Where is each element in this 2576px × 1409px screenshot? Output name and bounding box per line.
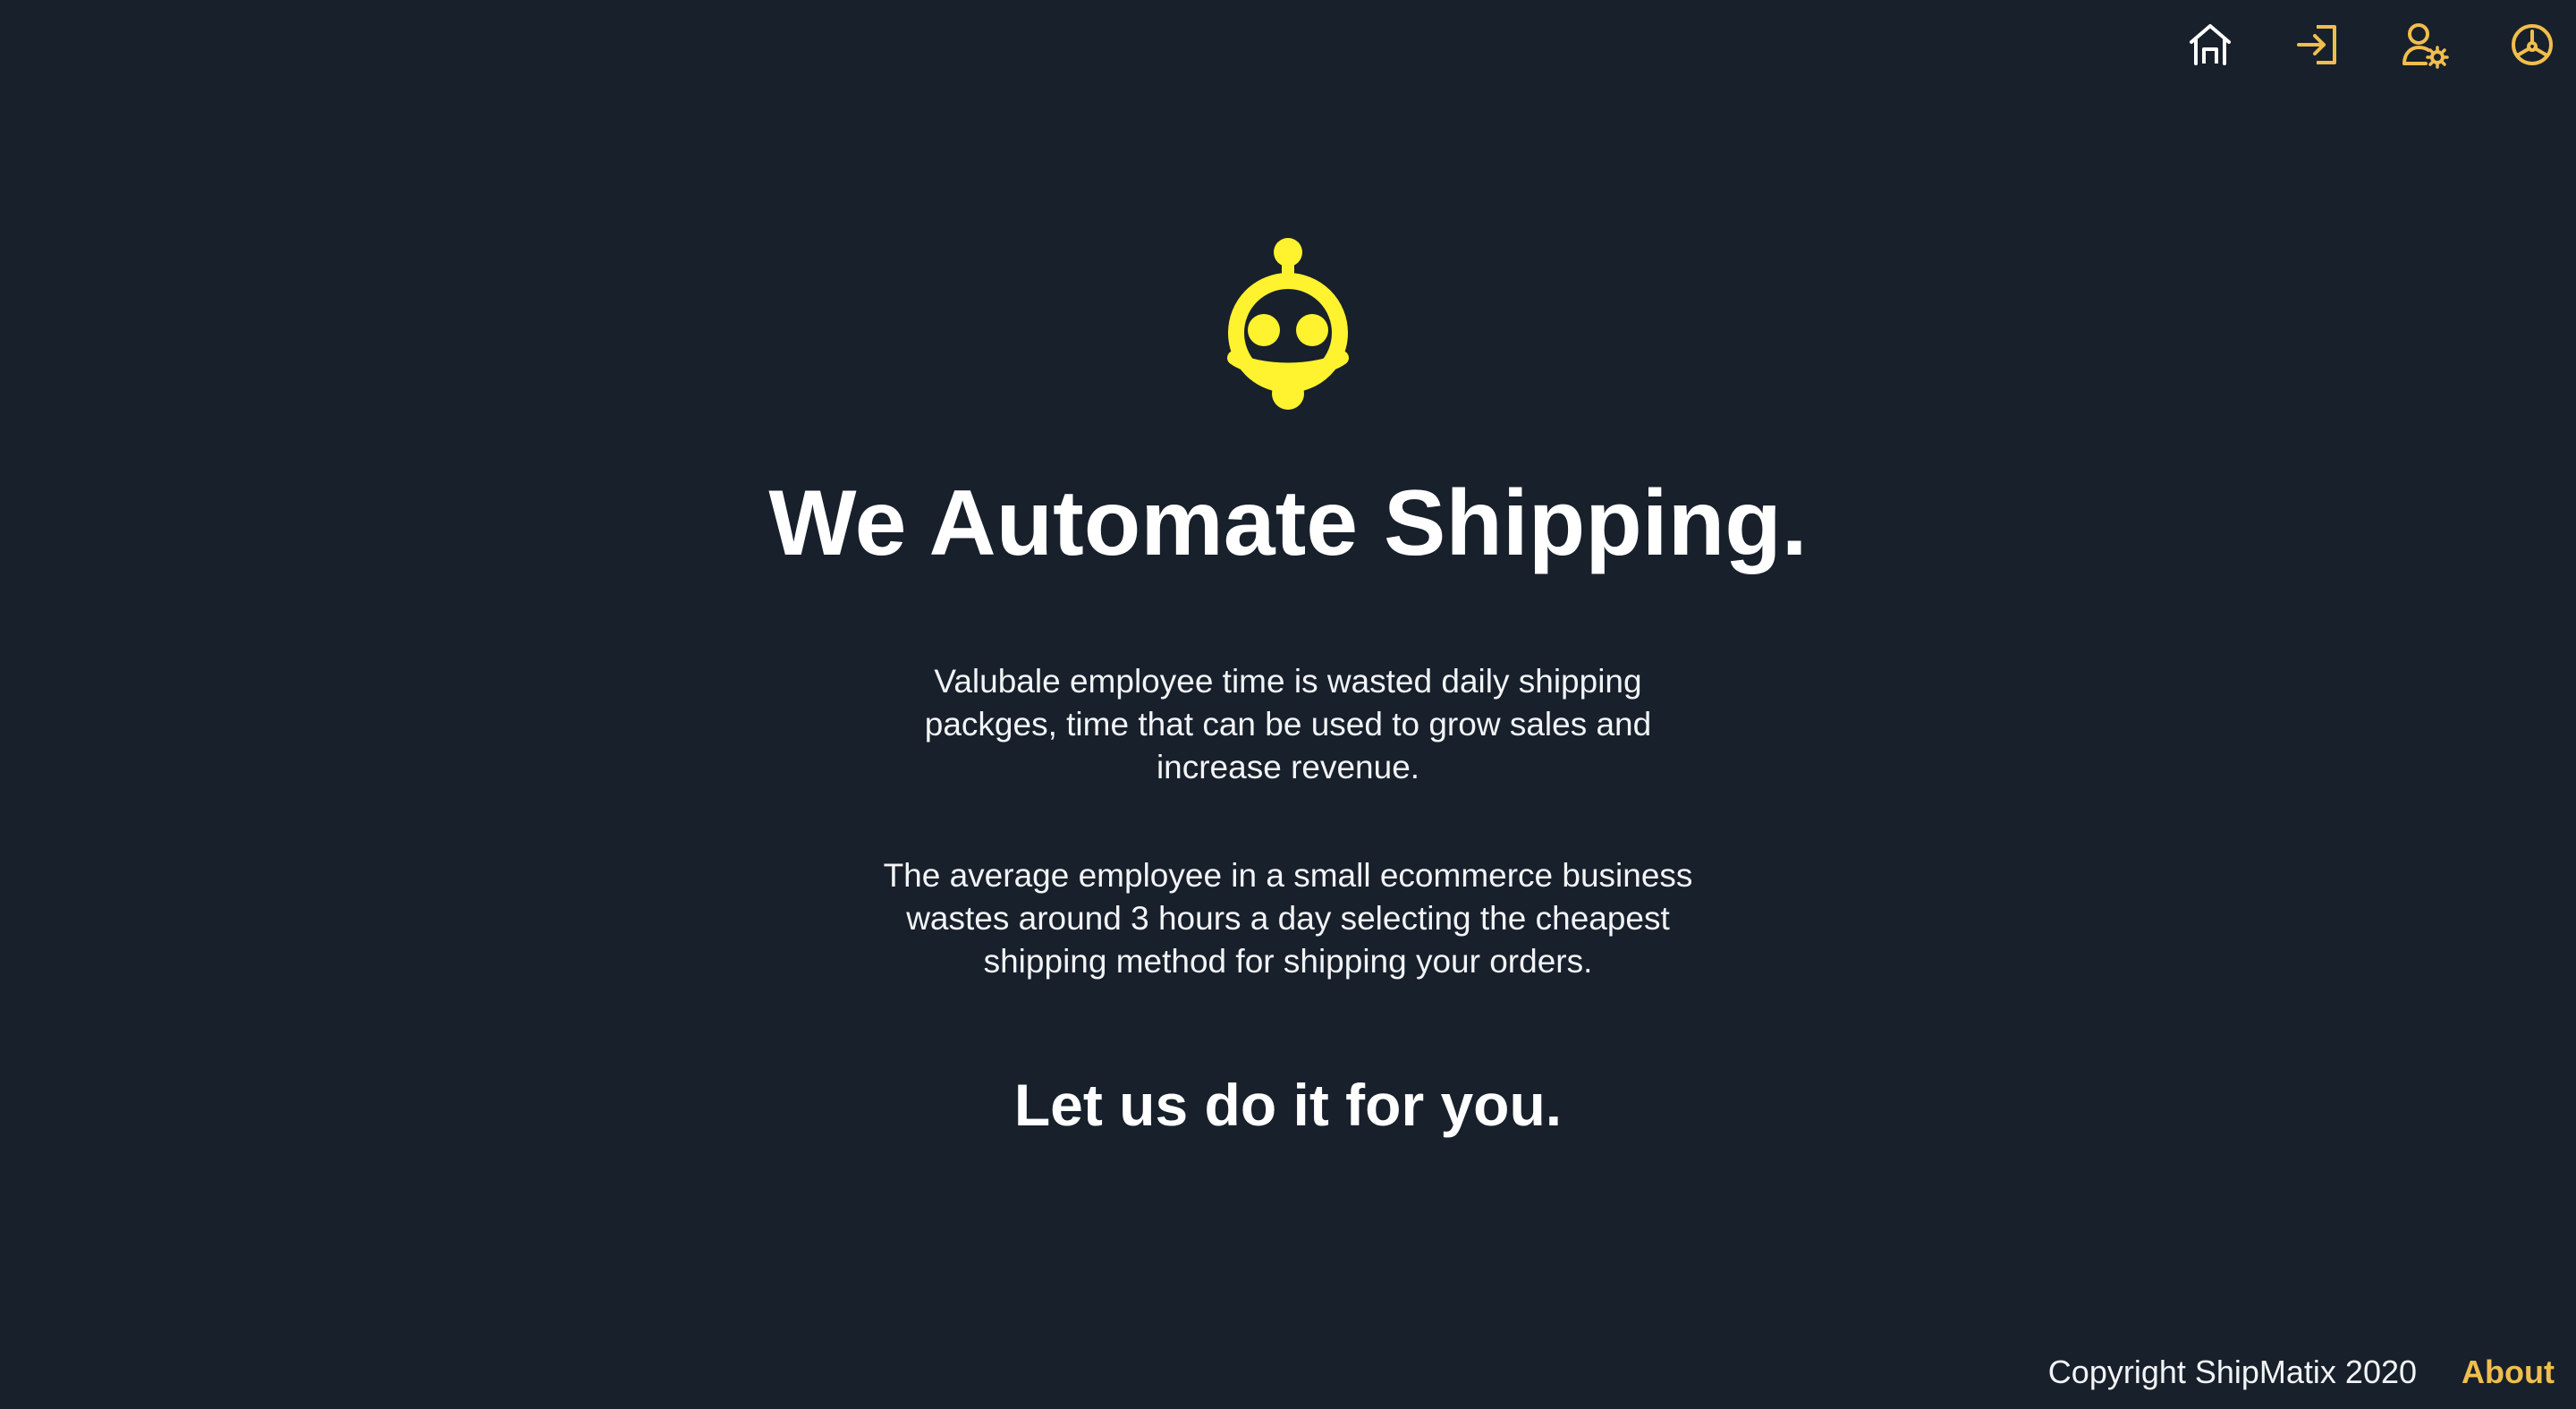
intro-line: packges, time that can be used to grow s…: [924, 706, 1652, 743]
intro-line: Valubale employee time is wasted daily s…: [934, 663, 1642, 700]
top-nav: [2186, 16, 2556, 73]
intro-line: increase revenue.: [1156, 749, 1420, 785]
sign-in-button[interactable]: [2293, 16, 2342, 73]
intro-paragraph: Valubale employee time is wasted daily s…: [0, 660, 2576, 789]
stats-paragraph: The average employee in a small ecommerc…: [0, 854, 2576, 983]
call-to-action-heading: Let us do it for you.: [1013, 1072, 1563, 1138]
home-icon: [2190, 24, 2231, 65]
robot-logo-icon: [1227, 238, 1349, 410]
stats-line: wastes around 3 hours a day selecting th…: [906, 900, 1670, 937]
stats-line: The average employee in a small ecommerc…: [883, 857, 1693, 894]
copyright-text: Copyright ShipMatix 2020: [2047, 1354, 2418, 1390]
page-footer: Copyright ShipMatix 2020 About: [2048, 1354, 2555, 1391]
home-button[interactable]: [2186, 16, 2234, 73]
dashboard-gauge-icon: [2512, 24, 2553, 65]
user-settings-button[interactable]: [2401, 16, 2449, 73]
dashboard-button[interactable]: [2508, 16, 2556, 73]
page-headline: We Automate Shipping.: [768, 471, 1808, 575]
about-link[interactable]: About: [2462, 1354, 2555, 1391]
stats-line: shipping method for shipping your orders…: [983, 943, 1593, 980]
sign-in-icon: [2297, 25, 2336, 64]
user-settings-icon: [2402, 23, 2449, 69]
